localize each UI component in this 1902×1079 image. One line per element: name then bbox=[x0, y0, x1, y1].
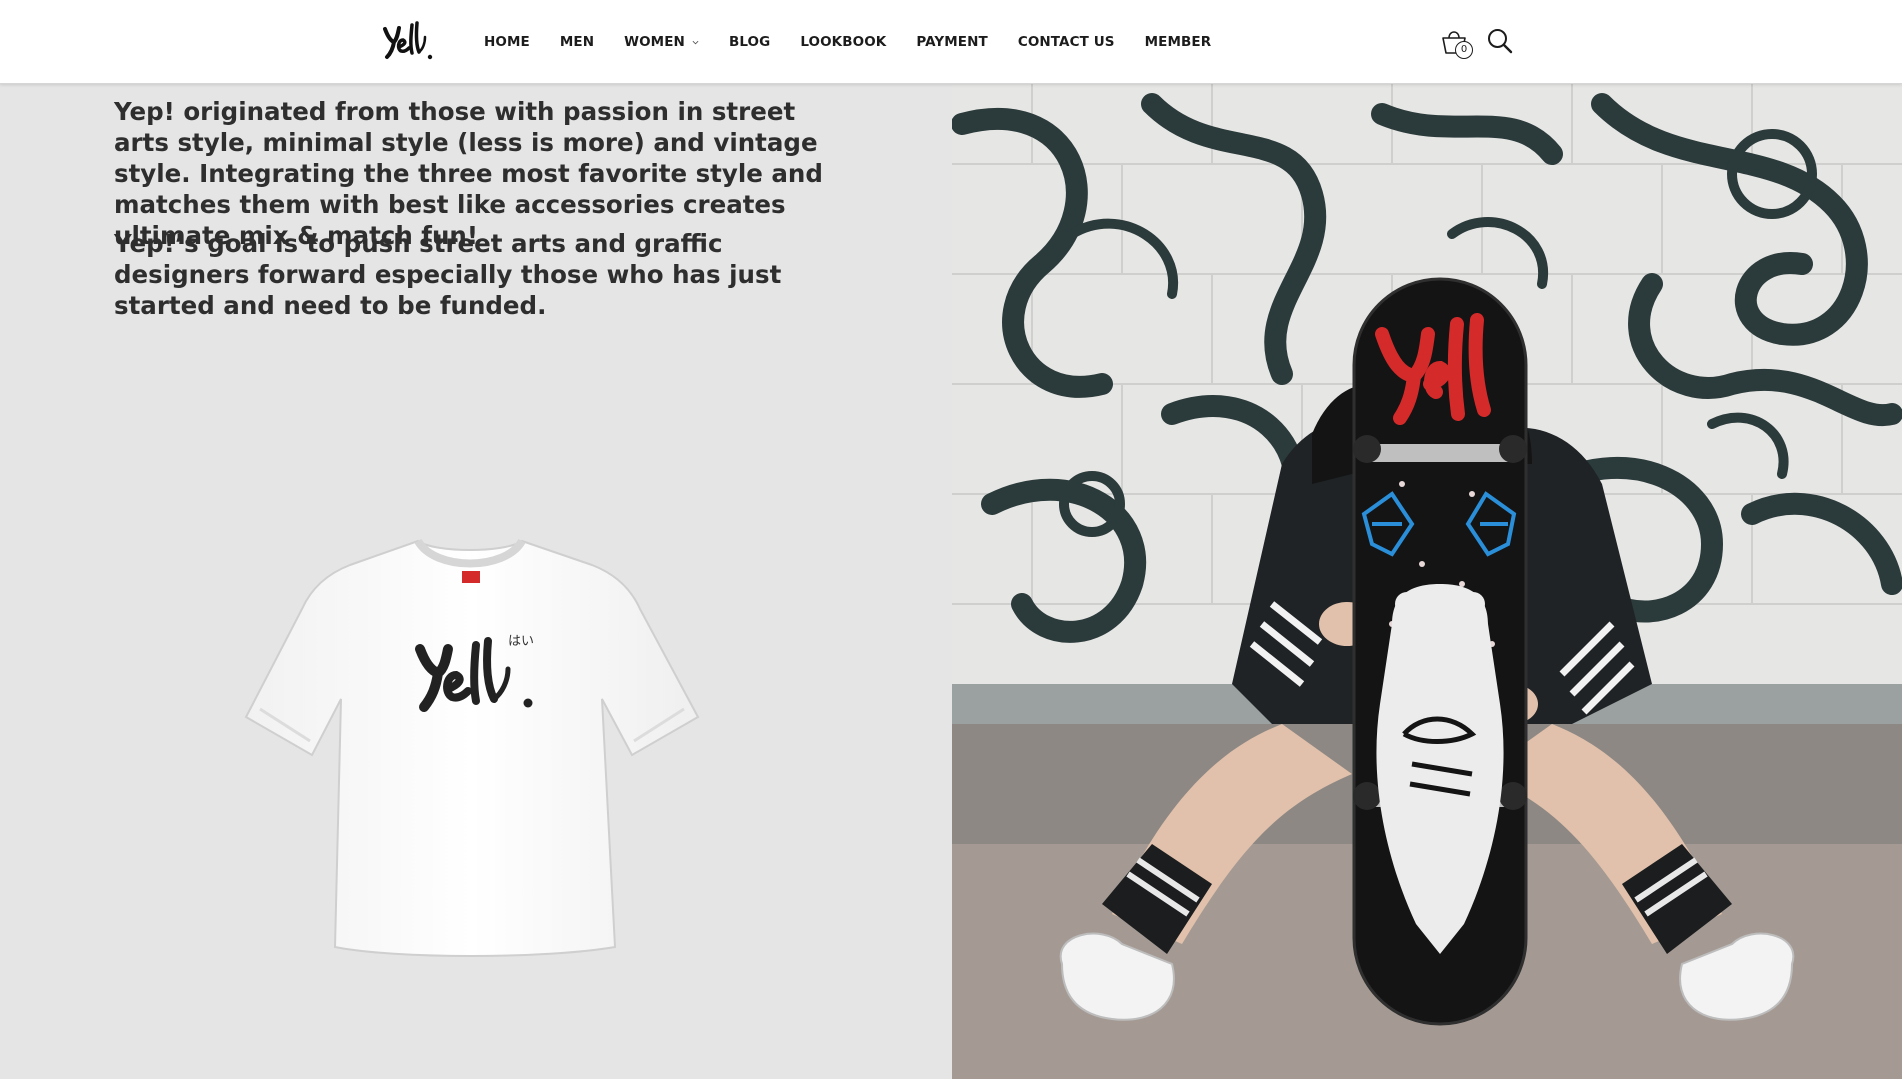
nav-women-label: WOMEN bbox=[624, 34, 685, 50]
cart-button[interactable]: 0 bbox=[1441, 27, 1473, 61]
nav-home[interactable]: HOME bbox=[484, 34, 530, 50]
about-section: Yep! originated from those with passion … bbox=[0, 84, 952, 1079]
chevron-down-icon bbox=[692, 40, 699, 44]
nav-men[interactable]: MEN bbox=[560, 34, 594, 50]
lifestyle-photo-illustration bbox=[952, 84, 1902, 1079]
nav-lookbook[interactable]: LOOKBOOK bbox=[800, 34, 886, 50]
nav-home-label: HOME bbox=[484, 34, 530, 50]
site-header: HOME MEN WOMEN BLOG LOOKBOOK PAYMENT CON… bbox=[0, 0, 1902, 84]
tshirt-image: はい bbox=[244, 538, 700, 957]
nav-member[interactable]: MEMBER bbox=[1145, 34, 1212, 50]
main-navigation: HOME MEN WOMEN BLOG LOOKBOOK PAYMENT CON… bbox=[484, 0, 1241, 84]
yep-logo-icon[interactable] bbox=[379, 19, 437, 63]
about-paragraph-2: Yep!’s goal is to push street arts and g… bbox=[114, 229, 782, 320]
tshirt-print-subtext: はい bbox=[508, 634, 534, 649]
nav-blog[interactable]: BLOG bbox=[729, 34, 770, 50]
nav-lookbook-label: LOOKBOOK bbox=[800, 34, 887, 50]
skateboard-photo bbox=[952, 84, 1902, 1079]
nav-blog-label: BLOG bbox=[728, 34, 771, 50]
cart-count-badge: 0 bbox=[1455, 41, 1473, 59]
nav-contact-us[interactable]: CONTACT US bbox=[1018, 34, 1115, 50]
nav-men-label: MEN bbox=[559, 34, 595, 50]
nav-contact-us-label: CONTACT US bbox=[1017, 34, 1115, 50]
nav-payment[interactable]: PAYMENT bbox=[916, 34, 987, 50]
nav-payment-label: PAYMENT bbox=[916, 34, 988, 50]
search-icon[interactable] bbox=[1486, 27, 1514, 55]
nav-women[interactable]: WOMEN bbox=[624, 34, 699, 50]
nav-member-label: MEMBER bbox=[1144, 34, 1212, 50]
